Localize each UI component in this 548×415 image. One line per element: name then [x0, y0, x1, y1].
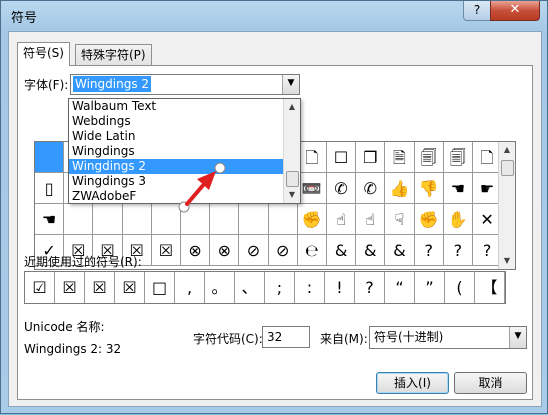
- recent-symbol-cell[interactable]: 、: [235, 272, 265, 303]
- symbol-cell[interactable]: ?: [443, 235, 473, 266]
- symbol-cell[interactable]: ⊘: [268, 235, 298, 266]
- symbol-cell[interactable]: ❐: [356, 142, 386, 173]
- font-list-item[interactable]: Wingdings 3: [69, 174, 286, 189]
- symbol-cell[interactable]: &: [356, 235, 386, 266]
- symbol-cell[interactable]: ✊: [414, 204, 444, 235]
- symbol-cell[interactable]: [35, 142, 65, 173]
- font-list-scrollbar[interactable]: ▲ ▼: [283, 99, 300, 203]
- symbol-cell[interactable]: [268, 204, 298, 235]
- recent-label: 近期使用过的符号(R):: [24, 255, 142, 269]
- symbol-cell[interactable]: ℮: [297, 235, 327, 266]
- font-list-item[interactable]: Walbaum Text: [69, 99, 286, 114]
- char-code-input[interactable]: 32: [262, 326, 310, 348]
- font-value: Wingdings 2: [73, 76, 152, 92]
- unicode-label: Unicode 名称:: [24, 320, 105, 334]
- font-list-item[interactable]: Wingdings 2: [69, 159, 286, 174]
- chevron-down-icon[interactable]: ▼: [509, 327, 526, 348]
- symbol-cell[interactable]: 📼: [297, 173, 327, 204]
- font-label: 字体(F):: [24, 78, 69, 92]
- from-value: 符号(十进制): [374, 330, 444, 344]
- scroll-thumb[interactable]: [501, 160, 514, 176]
- recent-symbol-cell[interactable]: ”: [415, 272, 445, 303]
- recent-symbol-cell[interactable]: ,: [175, 272, 205, 303]
- scroll-up-icon[interactable]: ▲: [499, 142, 515, 158]
- symbol-cell[interactable]: ?: [414, 235, 444, 266]
- font-list-item[interactable]: Wide Latin: [69, 129, 286, 144]
- recent-symbol-cell[interactable]: 【: [475, 272, 505, 303]
- symbol-cell[interactable]: ☒: [151, 235, 181, 266]
- symbol-cell[interactable]: [210, 204, 240, 235]
- symbol-cell[interactable]: [151, 204, 181, 235]
- symbol-cell[interactable]: ⊗: [210, 235, 240, 266]
- tab-symbols[interactable]: 符号(S): [17, 42, 70, 66]
- symbol-cell[interactable]: 🗐: [414, 142, 444, 173]
- symbol-cell[interactable]: ☝: [356, 204, 386, 235]
- close-button[interactable]: ✕: [490, 1, 540, 21]
- scroll-thumb[interactable]: [286, 171, 299, 187]
- font-list-item[interactable]: Webdings: [69, 114, 286, 129]
- symbol-cell[interactable]: [181, 204, 211, 235]
- chevron-down-icon[interactable]: ▼: [282, 75, 299, 94]
- scroll-down-icon[interactable]: ▼: [499, 253, 515, 269]
- tab-special-characters[interactable]: 特殊字符(P): [75, 44, 152, 65]
- recent-symbols: ☑ ☒ ☒ ☒ □,。、;:!? “”(【: [24, 271, 506, 304]
- font-dropdown-list[interactable]: ZWAdobeF Wingdings 3 Wingdings 2 Wingdings W…: [68, 98, 301, 204]
- symbol-cell[interactable]: [64, 204, 94, 235]
- cancel-button[interactable]: 取消: [454, 372, 527, 394]
- symbol-cell[interactable]: 👍: [385, 173, 415, 204]
- scroll-up-icon[interactable]: ▲: [284, 99, 300, 115]
- font-list-item[interactable]: ZWAdobeF: [69, 189, 286, 203]
- symbol-cell[interactable]: [122, 204, 152, 235]
- dialog-client: 符号(S) 特殊字符(P) 字体(F): Wingdings 2 ▼ ??? & &…: [8, 31, 542, 407]
- symbol-cell[interactable]: [239, 204, 269, 235]
- symbol-cell[interactable]: ☚: [35, 204, 65, 235]
- symbol-cell[interactable]: 🗋: [297, 142, 327, 173]
- symbol-cell[interactable]: ✆: [327, 173, 357, 204]
- unicode-name: Wingdings 2: 32: [24, 342, 122, 356]
- recent-symbol-cell[interactable]: ☒: [85, 272, 115, 303]
- recent-symbol-cell[interactable]: ☑: [25, 272, 55, 303]
- char-code-label: 字符代码(C):: [193, 332, 263, 346]
- font-list-item[interactable]: Wingdings: [69, 144, 286, 159]
- insert-button[interactable]: 插入(I): [376, 372, 449, 394]
- symbol-cell[interactable]: ✋: [443, 204, 473, 235]
- scroll-down-icon[interactable]: ▼: [284, 187, 300, 203]
- window-title: 符号: [11, 11, 38, 26]
- symbol-cell[interactable]: &: [385, 235, 415, 266]
- symbol-cell[interactable]: 🗎: [385, 142, 415, 173]
- recent-symbol-cell[interactable]: “: [385, 272, 415, 303]
- recent-symbol-cell[interactable]: ;: [265, 272, 295, 303]
- help-button[interactable]: ?: [463, 1, 491, 21]
- symbol-grid-scrollbar[interactable]: ▲ ▼: [498, 142, 515, 269]
- recent-symbol-cell[interactable]: ☒: [55, 272, 85, 303]
- recent-symbol-cell[interactable]: ?: [355, 272, 385, 303]
- recent-symbol-cell[interactable]: (: [445, 272, 475, 303]
- symbol-cell[interactable]: ☟: [385, 204, 415, 235]
- symbol-cell[interactable]: &: [327, 235, 357, 266]
- recent-symbol-cell[interactable]: ☒: [115, 272, 145, 303]
- from-combobox[interactable]: 符号(十进制) ▼: [369, 326, 527, 349]
- title-bar[interactable]: 符号 ? ✕: [1, 1, 547, 31]
- recent-symbol-cell[interactable]: :: [295, 272, 325, 303]
- symbol-dialog: 符号 ? ✕ 符号(S) 特殊字符(P) 字体(F): Wingdings 2 …: [0, 0, 548, 414]
- symbol-cell[interactable]: ☚: [443, 173, 473, 204]
- font-combobox[interactable]: Wingdings 2 ▼: [70, 74, 300, 95]
- symbol-cell[interactable]: 🗐: [443, 142, 473, 173]
- symbol-cell[interactable]: ☝: [327, 204, 357, 235]
- symbol-cell[interactable]: 👎: [414, 173, 444, 204]
- recent-symbol-cell[interactable]: 。: [205, 272, 235, 303]
- recent-symbol-cell[interactable]: !: [325, 272, 355, 303]
- symbol-cell[interactable]: ✊: [297, 204, 327, 235]
- symbol-cell[interactable]: ☐: [327, 142, 357, 173]
- symbol-cell[interactable]: ▯: [35, 173, 65, 204]
- from-label: 来自(M):: [320, 332, 368, 346]
- recent-symbol-cell[interactable]: □: [145, 272, 175, 303]
- symbol-cell[interactable]: ⊗: [181, 235, 211, 266]
- symbol-cell[interactable]: ⊘: [239, 235, 269, 266]
- symbol-cell[interactable]: ✆: [356, 173, 386, 204]
- symbol-cell[interactable]: [93, 204, 123, 235]
